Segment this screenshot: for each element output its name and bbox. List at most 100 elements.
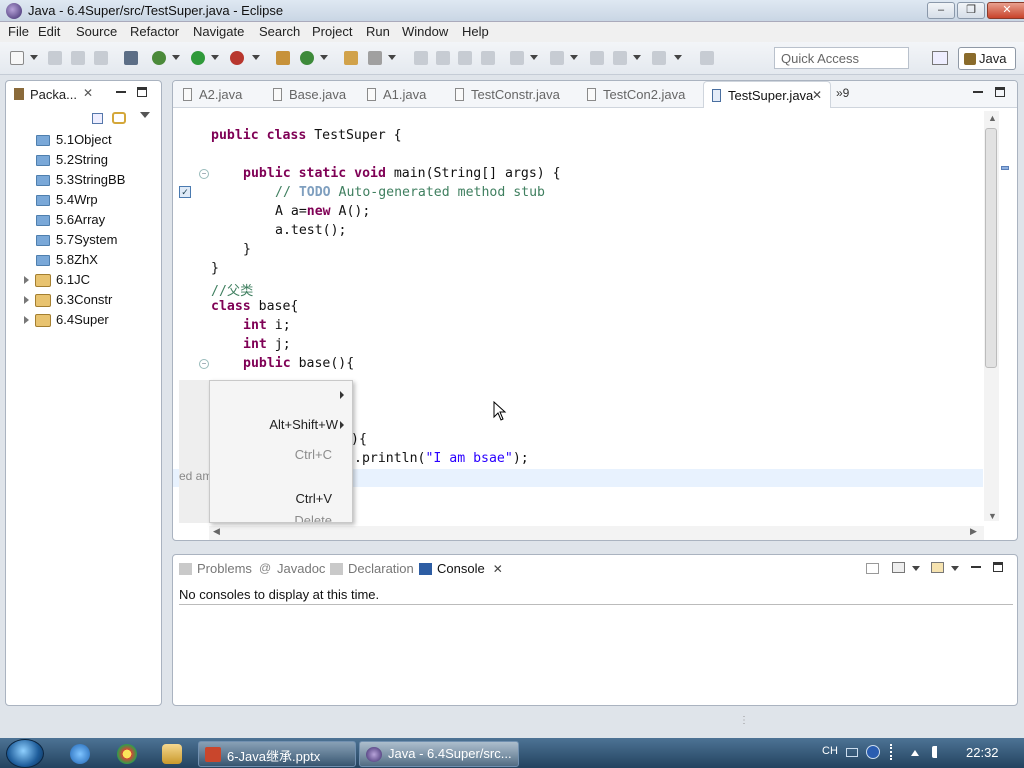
- tab-base-java[interactable]: Base.java: [265, 81, 360, 108]
- tree-item-5-2string[interactable]: 5.2String: [24, 152, 108, 170]
- link-with-editor-icon[interactable]: [112, 112, 126, 124]
- collapse-all-icon[interactable]: [92, 113, 103, 124]
- external-tools-dropdown-icon[interactable]: [252, 55, 260, 60]
- minimize-editor-icon[interactable]: [973, 91, 983, 93]
- save-icon[interactable]: [48, 51, 62, 65]
- forward-icon[interactable]: [652, 51, 666, 65]
- tab-console[interactable]: Console ✕: [419, 561, 503, 576]
- menu-file[interactable]: File: [8, 24, 29, 39]
- new-java-project-icon[interactable]: [276, 51, 290, 65]
- pin-editor-icon[interactable]: [700, 51, 714, 65]
- tray-language[interactable]: CH: [822, 745, 838, 757]
- new-console-icon[interactable]: [931, 562, 944, 573]
- close-button[interactable]: ✕: [987, 2, 1024, 19]
- tree-item-6-3constr[interactable]: 6.3Constr: [24, 292, 112, 310]
- tab-declaration[interactable]: Declaration: [330, 561, 414, 576]
- close-tab-icon[interactable]: ✕: [812, 88, 822, 102]
- task-marker-icon[interactable]: ✓: [179, 186, 191, 198]
- scroll-up-icon[interactable]: ▲: [988, 113, 997, 123]
- maximize-panel-icon[interactable]: [993, 562, 1003, 572]
- scroll-left-icon[interactable]: ◀: [213, 526, 220, 537]
- next-annotation-dropdown-icon[interactable]: [530, 55, 538, 60]
- horizontal-scrollbar[interactable]: [209, 526, 984, 540]
- view-menu-icon[interactable]: [140, 112, 150, 118]
- show-hidden-icons-icon[interactable]: [911, 750, 919, 756]
- help-icon[interactable]: [866, 745, 880, 759]
- block-selection-icon[interactable]: [458, 51, 472, 65]
- tree-item-6-1jc[interactable]: 6.1JC: [24, 272, 90, 290]
- open-type-icon[interactable]: [344, 51, 358, 65]
- back-icon[interactable]: [613, 51, 627, 65]
- annotation-icon[interactable]: [414, 51, 428, 65]
- context-menu-copy[interactable]: Ctrl+C: [295, 447, 332, 462]
- show-whitespace-icon[interactable]: [481, 51, 495, 65]
- tab-javadoc[interactable]: @ Javadoc: [259, 561, 325, 576]
- mark-occurrences-icon[interactable]: [436, 51, 450, 65]
- menu-window[interactable]: Window: [402, 24, 448, 39]
- back-dropdown-icon[interactable]: [633, 55, 641, 60]
- tree-item-5-6array[interactable]: 5.6Array: [24, 212, 105, 230]
- clock[interactable]: 22:32: [966, 745, 999, 760]
- minimize-button[interactable]: ‒: [927, 2, 955, 19]
- menu-edit[interactable]: Edit: [38, 24, 60, 39]
- fold-toggle-icon[interactable]: −: [199, 169, 209, 179]
- last-edit-icon[interactable]: [590, 51, 604, 65]
- context-menu-show-in[interactable]: Alt+Shift+W: [269, 417, 338, 432]
- new-class-icon[interactable]: [300, 51, 314, 65]
- menu-search[interactable]: Search: [259, 24, 300, 39]
- fold-toggle-icon[interactable]: −: [199, 359, 209, 369]
- start-button[interactable]: [6, 739, 44, 768]
- skip-breakpoints-icon[interactable]: [124, 51, 138, 65]
- menu-source[interactable]: Source: [76, 24, 117, 39]
- close-tab-icon[interactable]: ✕: [493, 562, 503, 576]
- run-icon[interactable]: [191, 51, 205, 65]
- context-menu-paste[interactable]: Ctrl+V: [296, 491, 332, 506]
- tree-item-5-4wrp[interactable]: 5.4Wrp: [24, 192, 98, 210]
- tab-problems[interactable]: Problems: [179, 561, 252, 576]
- print-icon[interactable]: [94, 51, 108, 65]
- tab-testcon2-java[interactable]: TestCon2.java: [579, 81, 701, 108]
- scroll-down-icon[interactable]: ▼: [988, 511, 997, 521]
- tree-item-5-1object[interactable]: 5.1Object: [24, 132, 112, 150]
- prev-annotation-dropdown-icon[interactable]: [570, 55, 578, 60]
- tab-testconstr-java[interactable]: TestConstr.java: [447, 81, 575, 108]
- file-explorer-icon[interactable]: [162, 744, 182, 764]
- java-perspective-button[interactable]: Java: [958, 47, 1016, 70]
- forward-dropdown-icon[interactable]: [674, 55, 682, 60]
- menu-navigate[interactable]: Navigate: [193, 24, 244, 39]
- menu-project[interactable]: Project: [312, 24, 352, 39]
- taskbar-item-pptx[interactable]: 6-Java继承.pptx: [198, 741, 356, 767]
- chrome-icon[interactable]: [117, 744, 137, 764]
- debug-dropdown-icon[interactable]: [172, 55, 180, 60]
- menu-run[interactable]: Run: [366, 24, 390, 39]
- next-annotation-icon[interactable]: [510, 51, 524, 65]
- internet-explorer-icon[interactable]: [70, 744, 90, 764]
- taskbar-item-eclipse[interactable]: Java - 6.4Super/src...: [359, 741, 519, 767]
- display-console-icon[interactable]: [892, 562, 905, 573]
- quick-access-input[interactable]: Quick Access: [774, 47, 909, 69]
- scroll-right-icon[interactable]: ▶: [970, 526, 977, 537]
- tab-a2-java[interactable]: A2.java: [175, 81, 260, 108]
- minimize-view-icon[interactable]: [116, 91, 126, 93]
- new-dropdown-icon[interactable]: [30, 55, 38, 60]
- keyboard-icon[interactable]: [846, 748, 858, 757]
- maximize-view-icon[interactable]: [137, 87, 147, 97]
- volume-icon[interactable]: [932, 746, 944, 758]
- menu-refactor[interactable]: Refactor: [130, 24, 179, 39]
- search-icon[interactable]: [368, 51, 382, 65]
- new-class-dropdown-icon[interactable]: [320, 55, 328, 60]
- run-dropdown-icon[interactable]: [211, 55, 219, 60]
- maximize-button[interactable]: ❐: [957, 2, 985, 19]
- display-console-dropdown-icon[interactable]: [912, 566, 920, 571]
- minimize-panel-icon[interactable]: [971, 566, 981, 568]
- open-console-icon[interactable]: [866, 563, 879, 574]
- tree-item-5-8zhx[interactable]: 5.8ZhX: [24, 252, 98, 270]
- debug-icon[interactable]: [152, 51, 166, 65]
- external-tools-icon[interactable]: [230, 51, 244, 65]
- expand-arrow-icon[interactable]: [24, 276, 29, 284]
- tab-a1-java[interactable]: A1.java: [359, 81, 444, 108]
- overview-ruler-marker[interactable]: [1001, 166, 1009, 170]
- tab-testsuper-java[interactable]: TestSuper.java ✕: [703, 81, 831, 108]
- package-explorer-tab[interactable]: Packa... ✕: [6, 81, 101, 106]
- tree-item-5-3stringbb[interactable]: 5.3StringBB: [24, 172, 125, 190]
